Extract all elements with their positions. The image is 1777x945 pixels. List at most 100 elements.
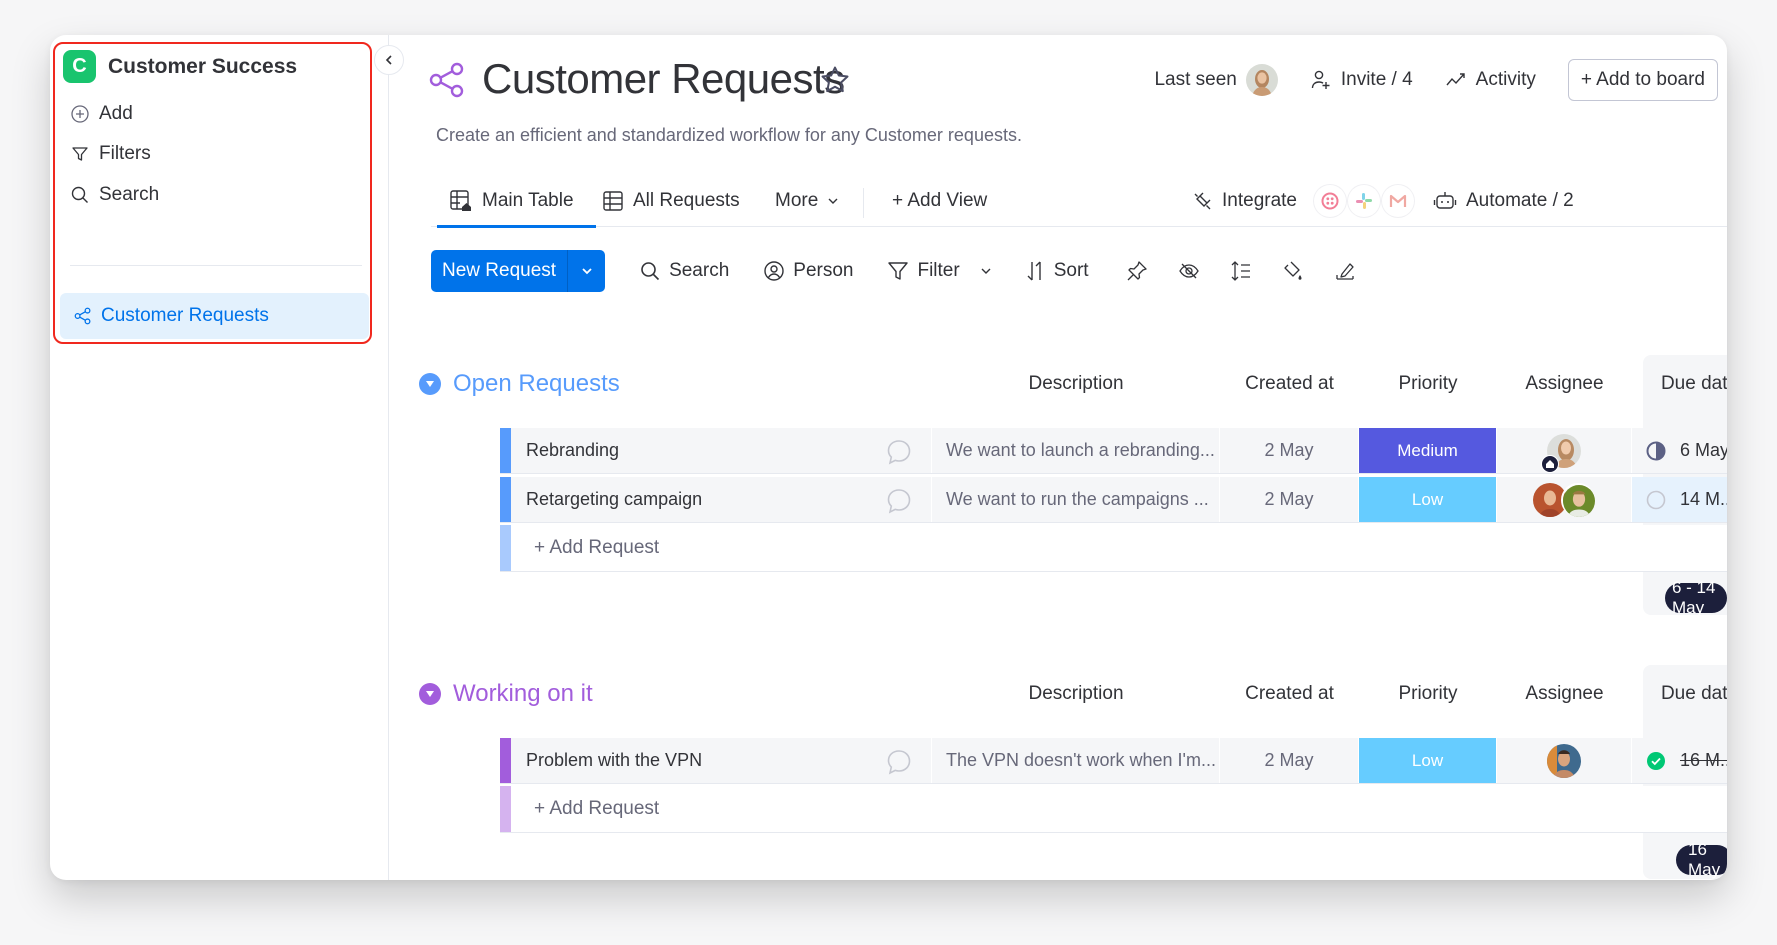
assignee-cell[interactable]: [1497, 428, 1632, 473]
integration-icons: [1314, 185, 1414, 217]
workspace-title: Customer Success: [108, 54, 298, 78]
chevron-down-icon: [828, 198, 838, 204]
board-share-icon: [74, 307, 91, 325]
chevron-down-icon[interactable]: [980, 265, 992, 277]
tab-all-requests[interactable]: All Requests: [602, 175, 740, 227]
item-name-cell[interactable]: Rebranding: [511, 428, 932, 473]
item-name-cell[interactable]: Problem with the VPN: [511, 738, 932, 783]
table-row[interactable]: Rebranding We want to launch a rebrandin…: [500, 428, 1727, 474]
invite-button[interactable]: Invite / 4: [1294, 59, 1429, 101]
due-date-cell[interactable]: 6 May: [1632, 428, 1727, 473]
pin-icon[interactable]: [1125, 259, 1149, 283]
group-header[interactable]: Open Requests: [419, 365, 620, 403]
search-label: Search: [669, 260, 730, 281]
workspace-sidebar: C Customer Success Add Filters Search Cu…: [50, 35, 389, 880]
integrate-button[interactable]: Integrate: [1191, 175, 1414, 227]
comment-icon[interactable]: [885, 438, 913, 466]
filter-icon: [888, 262, 909, 280]
priority-cell[interactable]: Low: [1359, 738, 1497, 783]
person-filter-button[interactable]: Person: [763, 260, 853, 282]
format-icon[interactable]: [1333, 259, 1357, 283]
column-header-description[interactable]: Description: [932, 365, 1220, 403]
column-header-created-at[interactable]: Created at: [1220, 365, 1359, 403]
robot-icon: [1433, 192, 1457, 209]
search-button[interactable]: Search: [639, 260, 729, 282]
group-color-bar: [500, 428, 511, 473]
plug-icon: [1194, 192, 1211, 210]
sidebar-item-add[interactable]: Add: [70, 103, 133, 125]
avatar: [1541, 433, 1581, 473]
sidebar-board-customer-requests[interactable]: Customer Requests: [60, 293, 369, 339]
column-header-due-date[interactable]: Due date: [1632, 675, 1727, 713]
assignee-cell[interactable]: [1497, 738, 1632, 783]
priority-cell[interactable]: Low: [1359, 477, 1497, 522]
collapse-group-icon[interactable]: [419, 683, 441, 705]
tab-main-table[interactable]: Main Table: [437, 175, 596, 228]
person-label: Person: [793, 260, 854, 281]
add-item-row[interactable]: + Add Request: [500, 525, 1727, 572]
tab-label: More: [775, 190, 819, 211]
column-header-created-at[interactable]: Created at: [1220, 675, 1359, 713]
check-done-icon: [1647, 751, 1665, 770]
due-date-summary: 16 May: [1676, 840, 1727, 879]
new-request-dropdown[interactable]: [567, 250, 605, 292]
add-item-row[interactable]: + Add Request: [500, 786, 1727, 833]
board-description[interactable]: Create an efficient and standardized wor…: [436, 125, 1022, 146]
sort-icon: [1027, 261, 1041, 281]
priority-cell[interactable]: Medium: [1359, 428, 1497, 473]
half-progress-icon: [1646, 441, 1666, 460]
group-title[interactable]: Open Requests: [453, 370, 620, 398]
group-title[interactable]: Working on it: [453, 680, 593, 708]
color-fill-icon[interactable]: [1281, 259, 1305, 283]
avatar: [1245, 64, 1278, 96]
row-height-icon[interactable]: [1229, 259, 1253, 283]
last-seen-button[interactable]: Last seen: [1138, 59, 1293, 101]
workspace-header[interactable]: C Customer Success: [63, 50, 297, 83]
add-request-input[interactable]: + Add Request: [534, 786, 659, 832]
activity-button[interactable]: Activity: [1429, 59, 1552, 101]
board-title[interactable]: Customer Requests: [482, 55, 845, 103]
add-view-button[interactable]: + Add View: [892, 175, 987, 227]
new-request-button[interactable]: New Request: [431, 250, 606, 292]
created-at-cell: 2 May: [1220, 477, 1359, 522]
column-header-assignee[interactable]: Assignee: [1497, 365, 1632, 403]
filter-button[interactable]: Filter: [887, 260, 991, 282]
filter-icon: [72, 147, 88, 161]
tab-more[interactable]: More: [775, 175, 839, 227]
collapse-group-icon[interactable]: [419, 373, 441, 395]
last-seen-label: Last seen: [1154, 69, 1237, 90]
group-header[interactable]: Working on it: [419, 675, 593, 713]
add-to-board-button[interactable]: + Add to board: [1567, 59, 1718, 101]
sidebar-item-label: Add: [99, 103, 133, 124]
collapse-sidebar-button[interactable]: [374, 45, 404, 75]
sidebar-item-search[interactable]: Search: [70, 184, 159, 206]
column-header-due-date[interactable]: Due date: [1632, 365, 1727, 403]
due-date-cell[interactable]: 16 M...: [1632, 738, 1727, 783]
comment-icon[interactable]: [885, 748, 913, 776]
sidebar-board-label: Customer Requests: [101, 305, 269, 326]
automate-button[interactable]: Automate / 2: [1433, 175, 1574, 227]
item-name-cell[interactable]: Retargeting campaign: [511, 477, 932, 522]
column-header-priority[interactable]: Priority: [1359, 365, 1497, 403]
comment-icon[interactable]: [885, 487, 913, 515]
column-header-description[interactable]: Description: [932, 675, 1220, 713]
description-cell[interactable]: We want to run the campaigns ...: [932, 477, 1220, 522]
table-row[interactable]: Retargeting campaign We want to run the …: [500, 477, 1727, 523]
due-date-summary: 6 - 14 May: [1665, 578, 1727, 617]
star-icon[interactable]: [819, 64, 851, 96]
sort-button[interactable]: Sort: [1026, 260, 1089, 282]
table-row[interactable]: Problem with the VPN The VPN doesn't wor…: [500, 738, 1727, 784]
twilio-icon: [1314, 185, 1346, 217]
add-request-input[interactable]: + Add Request: [534, 525, 659, 571]
due-date-cell[interactable]: 14 M...: [1632, 477, 1727, 522]
column-header-priority[interactable]: Priority: [1359, 675, 1497, 713]
hide-icon[interactable]: [1177, 259, 1201, 283]
description-cell[interactable]: The VPN doesn't work when I'm...: [932, 738, 1220, 783]
tab-label: All Requests: [633, 190, 740, 211]
assignee-cell[interactable]: [1497, 477, 1632, 522]
activity-icon: [1446, 73, 1465, 86]
group-color-bar: [500, 525, 511, 571]
column-header-assignee[interactable]: Assignee: [1497, 675, 1632, 713]
description-cell[interactable]: We want to launch a rebranding...: [932, 428, 1220, 473]
sidebar-item-filters[interactable]: Filters: [70, 143, 151, 165]
